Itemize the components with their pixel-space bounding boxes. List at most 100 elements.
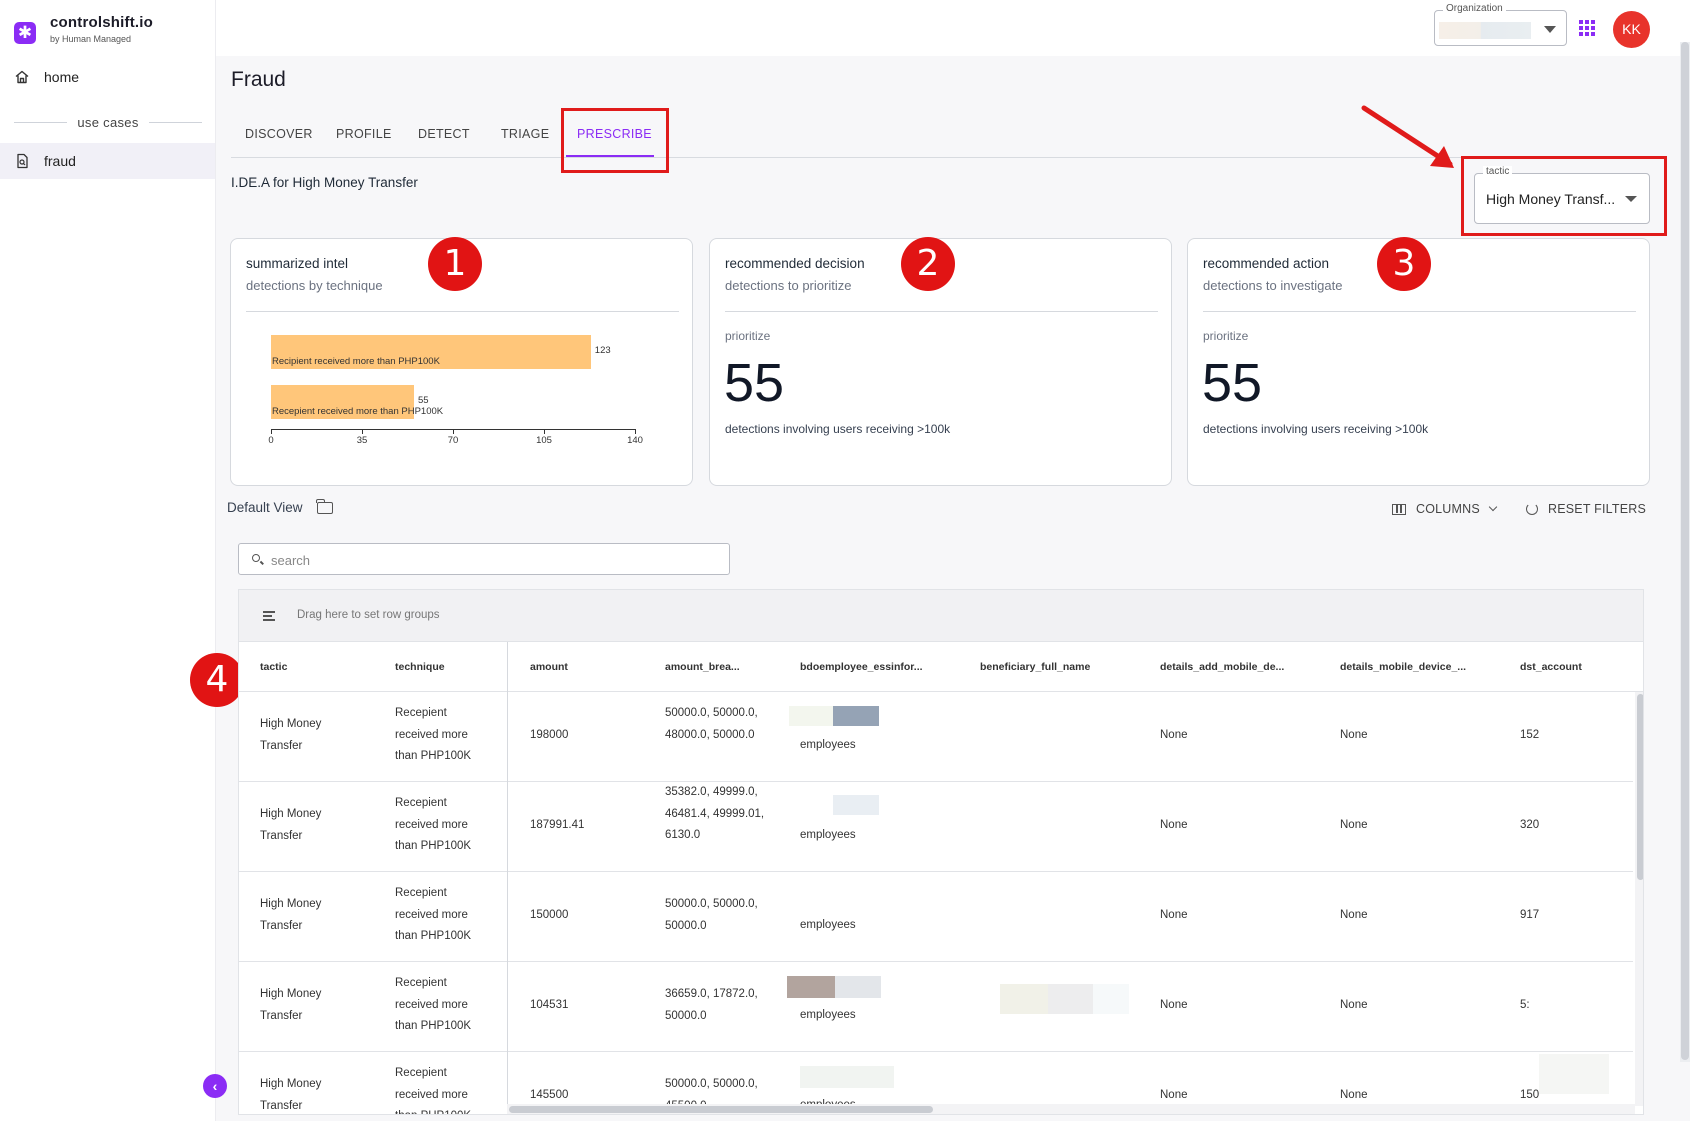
avatar[interactable]: KK	[1613, 11, 1650, 48]
table-row[interactable]: High Money Transfer Recepient received m…	[239, 782, 1633, 872]
page-title: Fraud	[231, 68, 286, 91]
home-icon	[15, 70, 29, 84]
cell-amount: 198000	[530, 729, 569, 741]
search-box[interactable]	[238, 543, 730, 575]
column-header-mobile-device[interactable]: details_mobile_device_...	[1340, 661, 1466, 673]
column-header-beneficiary[interactable]: beneficiary_full_name	[980, 661, 1090, 673]
column-header-add-mobile-device[interactable]: details_add_mobile_de...	[1160, 661, 1284, 673]
annotation-arrow-icon	[1361, 105, 1454, 168]
cell-add-mobile-device: None	[1160, 729, 1188, 741]
columns-label: COLUMNS	[1416, 502, 1480, 516]
annotation-badge-1: 1	[428, 237, 482, 291]
row-group-hint: Drag here to set row groups	[297, 609, 440, 621]
cell-bdoemployee: employees	[800, 919, 856, 931]
cell-mobile-device: None	[1340, 729, 1368, 741]
redacted-value	[1539, 1054, 1609, 1094]
card-subtitle: detections to investigate	[1203, 278, 1343, 293]
chart-x-tick	[271, 429, 272, 434]
tab-triage[interactable]: TRIAGE	[501, 127, 549, 141]
cell-tactic: High Money Transfer	[260, 1078, 322, 1112]
card-title: summarized intel	[246, 256, 349, 271]
chart-x-tick	[635, 429, 636, 434]
cell-add-mobile-device: None	[1160, 819, 1188, 831]
column-header-amount-breakdown[interactable]: amount_brea...	[665, 661, 740, 673]
cell-amount: 104531	[530, 999, 569, 1011]
reset-filters-button[interactable]: RESET FILTERS	[1526, 502, 1646, 516]
cell-tactic: High Money Transfer	[260, 988, 322, 1022]
cell-technique: Recepient received more than PHP100K	[395, 1067, 471, 1114]
data-grid: Drag here to set row groups tactic techn…	[238, 589, 1644, 1115]
chart-bar-label: Recipient received more than PHP100K	[272, 356, 440, 367]
chart-x-tick	[544, 429, 545, 434]
cell-mobile-device: None	[1340, 819, 1368, 831]
column-header-amount[interactable]: amount	[530, 661, 568, 673]
cell-add-mobile-device: None	[1160, 909, 1188, 921]
cell-amount: 150000	[530, 909, 569, 921]
cell-amount-breakdown: 35382.0, 49999.0, 46481.4, 49999.01, 613…	[665, 786, 765, 841]
grid-horizontal-scrollbar[interactable]	[507, 1104, 1635, 1114]
cell-dst-account: 320	[1520, 819, 1540, 831]
search-input[interactable]	[271, 550, 711, 570]
columns-button[interactable]: COLUMNS	[1392, 502, 1498, 516]
table-row[interactable]: High Money Transfer Recepient received m…	[239, 962, 1633, 1052]
cell-mobile-device: None	[1340, 999, 1368, 1011]
grid-vertical-scrollbar[interactable]	[1635, 692, 1643, 1106]
cell-tactic: High Money Transfer	[260, 718, 322, 752]
table-row[interactable]: High Money Transfer Recepient received m…	[239, 872, 1633, 962]
row-group-drop-zone[interactable]: Drag here to set row groups	[239, 590, 1643, 642]
cell-bdoemployee: employees	[800, 829, 856, 841]
caret-down-icon	[1544, 26, 1556, 33]
kpi-label: prioritize	[725, 329, 771, 343]
sidebar-item-label: home	[44, 69, 80, 85]
cell-dst-account: 152	[1520, 729, 1540, 741]
column-header-technique[interactable]: technique	[395, 661, 445, 673]
sidebar-item-home[interactable]: home	[14, 66, 204, 88]
chevron-down-icon	[1488, 502, 1498, 512]
chart-data-label: 123	[594, 345, 611, 356]
tab-detect[interactable]: DETECT	[418, 127, 470, 141]
collapse-sidebar-button[interactable]: ‹	[203, 1074, 227, 1098]
chart-x-tick-label: 105	[536, 435, 552, 446]
sidebar: ✱ controlshift.io by Human Managed home …	[0, 0, 227, 1121]
reset-filters-label: RESET FILTERS	[1548, 502, 1646, 516]
tab-profile[interactable]: PROFILE	[336, 127, 392, 141]
cell-mobile-device: None	[1340, 909, 1368, 921]
redacted-value	[787, 976, 835, 998]
use-cases-divider: use cases	[14, 114, 203, 130]
cell-technique: Recepient received more than PHP100K	[395, 707, 472, 762]
chart-x-tick	[362, 429, 363, 434]
redacted-value	[833, 795, 879, 815]
card-title: recommended decision	[725, 256, 865, 271]
cell-technique: Recepient received more than PHP100K	[395, 797, 472, 852]
tab-discover[interactable]: DISCOVER	[245, 127, 313, 141]
cell-amount-breakdown: 36659.0, 17872.0, 50000.0	[665, 988, 758, 1022]
default-view-label: Default View	[227, 500, 303, 515]
brand-logo-icon: ✱	[14, 22, 36, 44]
cell-technique: Recepient received more than PHP100K	[395, 977, 472, 1032]
column-header-bdoemployee[interactable]: bdoemployee_essinfor...	[800, 661, 923, 673]
row-group-icon	[263, 611, 275, 621]
apps-grid-icon[interactable]	[1579, 20, 1595, 36]
idea-title: I.DE.A for High Money Transfer	[231, 175, 418, 190]
brand-subtitle: by Human Managed	[50, 34, 132, 44]
organization-value-redacted	[1439, 22, 1531, 39]
organization-select[interactable]: Organization	[1434, 3, 1567, 46]
table-row[interactable]: High Money Transfer Recepient received m…	[239, 692, 1633, 782]
table-header: tactic technique amount amount_brea... b…	[239, 642, 1643, 692]
cell-amount-breakdown: 50000.0, 50000.0, 50000.0	[665, 898, 758, 932]
folder-icon[interactable]	[315, 498, 333, 514]
page-scrollbar[interactable]	[1680, 42, 1690, 1062]
column-header-tactic[interactable]: tactic	[260, 661, 287, 673]
column-header-dst-account[interactable]: dst_account	[1520, 661, 1582, 673]
cell-bdoemployee: employees	[800, 739, 856, 751]
default-view-selector[interactable]: Default View	[227, 498, 333, 515]
cell-bdoemployee: employees	[800, 1009, 856, 1021]
kpi-description: detections involving users receiving >10…	[725, 422, 951, 436]
sidebar-item-fraud[interactable]: fraud	[0, 143, 215, 179]
chart-x-tick-label: 70	[447, 435, 459, 446]
redacted-value	[1093, 984, 1129, 1014]
document-search-icon	[17, 153, 28, 169]
section-label: use cases	[77, 114, 139, 130]
brand[interactable]: ✱ controlshift.io by Human Managed	[14, 14, 153, 44]
brand-name: controlshift.io	[50, 14, 153, 31]
